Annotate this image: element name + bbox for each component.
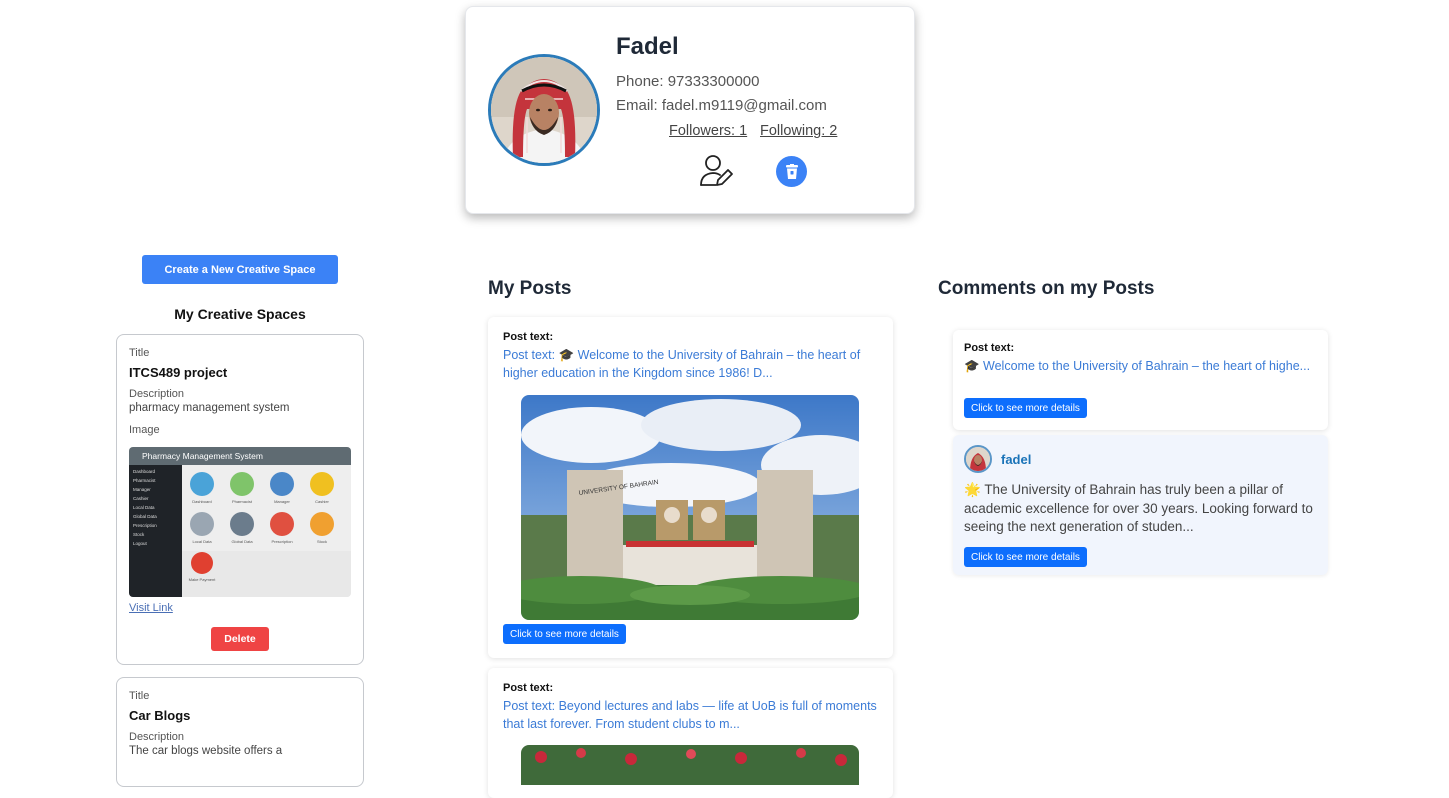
image-tile-label: Stock xyxy=(317,539,327,544)
image-menu-item: Dashboard xyxy=(133,469,156,474)
image-menu-item: Manager xyxy=(133,487,151,492)
visit-link[interactable]: Visit Link xyxy=(129,602,173,614)
space-title: Car Blogs xyxy=(129,708,191,723)
delete-profile-button[interactable] xyxy=(776,156,807,187)
space-description: The car blogs website offers a xyxy=(129,745,283,757)
profile-email: Email: fadel.m9119@gmail.com xyxy=(616,97,827,114)
space-description-label: Description xyxy=(129,388,185,400)
image-tile-label: Cashier xyxy=(315,499,329,504)
comment-details-button[interactable]: Click to see more details xyxy=(964,547,1087,567)
creative-spaces-heading: My Creative Spaces xyxy=(174,306,306,322)
creative-space-card: Title Car Blogs Description The car blog… xyxy=(116,677,364,787)
comment-text: 🌟 The University of Bahrain has truly be… xyxy=(964,482,1313,534)
my-posts-heading: My Posts xyxy=(488,278,572,299)
creative-space-card: Title ITCS489 project Description pharma… xyxy=(116,334,364,665)
image-menu-item: Prescription xyxy=(133,523,157,528)
comment-post-text: 🎓 Welcome to the University of Bahrain –… xyxy=(964,359,1311,373)
following-link[interactable]: Following: 2 xyxy=(760,123,837,139)
avatar-photo xyxy=(491,57,597,163)
profile-card: Fadel Phone: 97333300000 Email: fadel.m9… xyxy=(465,6,915,214)
image-tile-label: Prescription xyxy=(271,539,292,544)
create-creative-space-button[interactable]: Create a New Creative Space xyxy=(142,255,338,284)
space-image: Pharmacy Management System Dashboard Pha… xyxy=(129,447,351,597)
image-tile-label: Make Payment xyxy=(189,577,217,582)
delete-space-button[interactable]: Delete xyxy=(211,627,269,651)
comment-post-details-button[interactable]: Click to see more details xyxy=(964,398,1087,418)
image-tile-label: Manager xyxy=(274,499,290,504)
post-text: Post text: Beyond lectures and labs — li… xyxy=(503,699,877,731)
profile-phone: Phone: 97333300000 xyxy=(616,73,760,90)
post-label: Post text: xyxy=(503,682,554,694)
space-title: ITCS489 project xyxy=(129,365,228,380)
space-title-label: Title xyxy=(129,347,150,359)
comment-item: fadel 🌟 The University of Bahrain has tr… xyxy=(953,435,1328,575)
image-menu-item: Logout xyxy=(133,541,148,546)
image-menu-item: Global Data xyxy=(133,514,157,519)
post-image: UNIVERSITY OF BAHRAIN xyxy=(521,395,859,620)
post-card: Post text: Post text: 🎓 Welcome to the U… xyxy=(488,317,893,658)
followers-link[interactable]: Followers: 1 xyxy=(669,123,747,139)
profile-name: Fadel xyxy=(616,33,679,60)
post-text: Post text: 🎓 Welcome to the University o… xyxy=(503,348,861,380)
image-menu-item: Local Data xyxy=(133,505,155,510)
space-description: pharmacy management system xyxy=(129,402,290,414)
comment-post-label: Post text: xyxy=(964,342,1015,354)
user-edit-icon[interactable] xyxy=(698,153,734,189)
space-title-label: Title xyxy=(129,690,150,702)
image-header-text: Pharmacy Management System xyxy=(142,451,263,461)
post-label: Post text: xyxy=(503,331,554,343)
image-tile-label: Pharmacist xyxy=(232,499,253,504)
image-menu-item: Cashier xyxy=(133,496,149,501)
post-image xyxy=(521,745,859,785)
image-menu-item: Pharmacist xyxy=(133,478,156,483)
profile-avatar xyxy=(488,54,600,166)
space-description-label: Description xyxy=(129,731,185,743)
image-tile-label: Local Data xyxy=(192,539,212,544)
post-card: Post text: Post text: Beyond lectures an… xyxy=(488,668,893,798)
comments-heading: Comments on my Posts xyxy=(938,278,1155,299)
image-tile-label: Global Data xyxy=(231,539,253,544)
commenter-name[interactable]: fadel xyxy=(1001,452,1031,467)
space-image-label: Image xyxy=(129,424,160,436)
commenter-avatar xyxy=(964,445,992,473)
trash-icon xyxy=(785,163,798,179)
image-menu-item: Stock xyxy=(133,532,145,537)
comment-post-card: Post text: 🎓 Welcome to the University o… xyxy=(953,330,1328,430)
post-details-button[interactable]: Click to see more details xyxy=(503,624,626,644)
image-tile-label: Dashboard xyxy=(192,499,212,504)
